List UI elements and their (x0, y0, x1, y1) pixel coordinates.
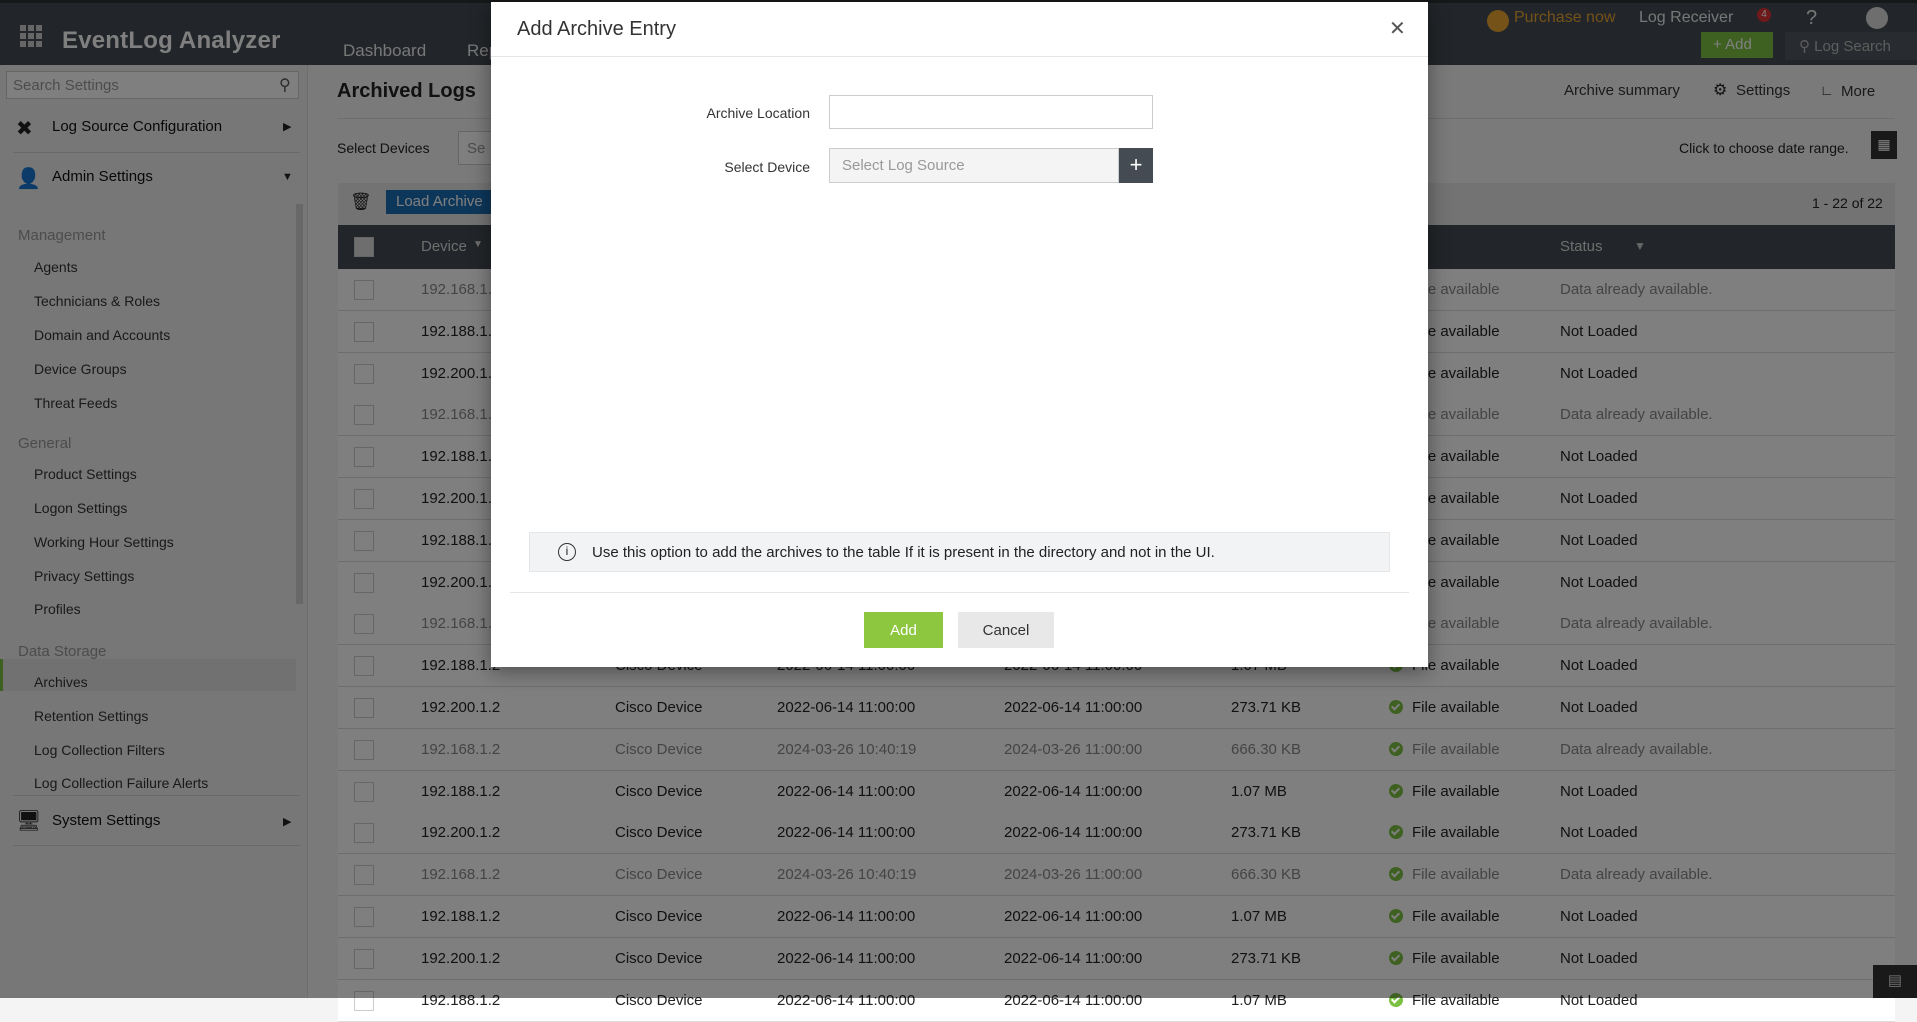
close-icon[interactable]: ✕ (1389, 16, 1406, 41)
add-button[interactable]: Add (864, 612, 943, 648)
cancel-button[interactable]: Cancel (958, 612, 1054, 648)
info-icon: i (558, 543, 576, 561)
select-log-source-dropdown[interactable]: Select Log Source (829, 148, 1119, 183)
divider (510, 592, 1409, 593)
add-device-plus-button[interactable]: + (1119, 148, 1153, 183)
dialog-title: Add Archive Entry (517, 18, 676, 40)
archive-location-input[interactable] (829, 95, 1153, 129)
divider (491, 56, 1428, 57)
archive-location-label: Archive Location (706, 105, 810, 121)
info-box: i Use this option to add the archives to… (529, 532, 1390, 572)
info-message: Use this option to add the archives to t… (592, 544, 1215, 561)
select-device-label: Select Device (724, 159, 810, 175)
add-archive-entry-dialog: Add Archive Entry ✕ Archive Location Sel… (491, 2, 1428, 667)
